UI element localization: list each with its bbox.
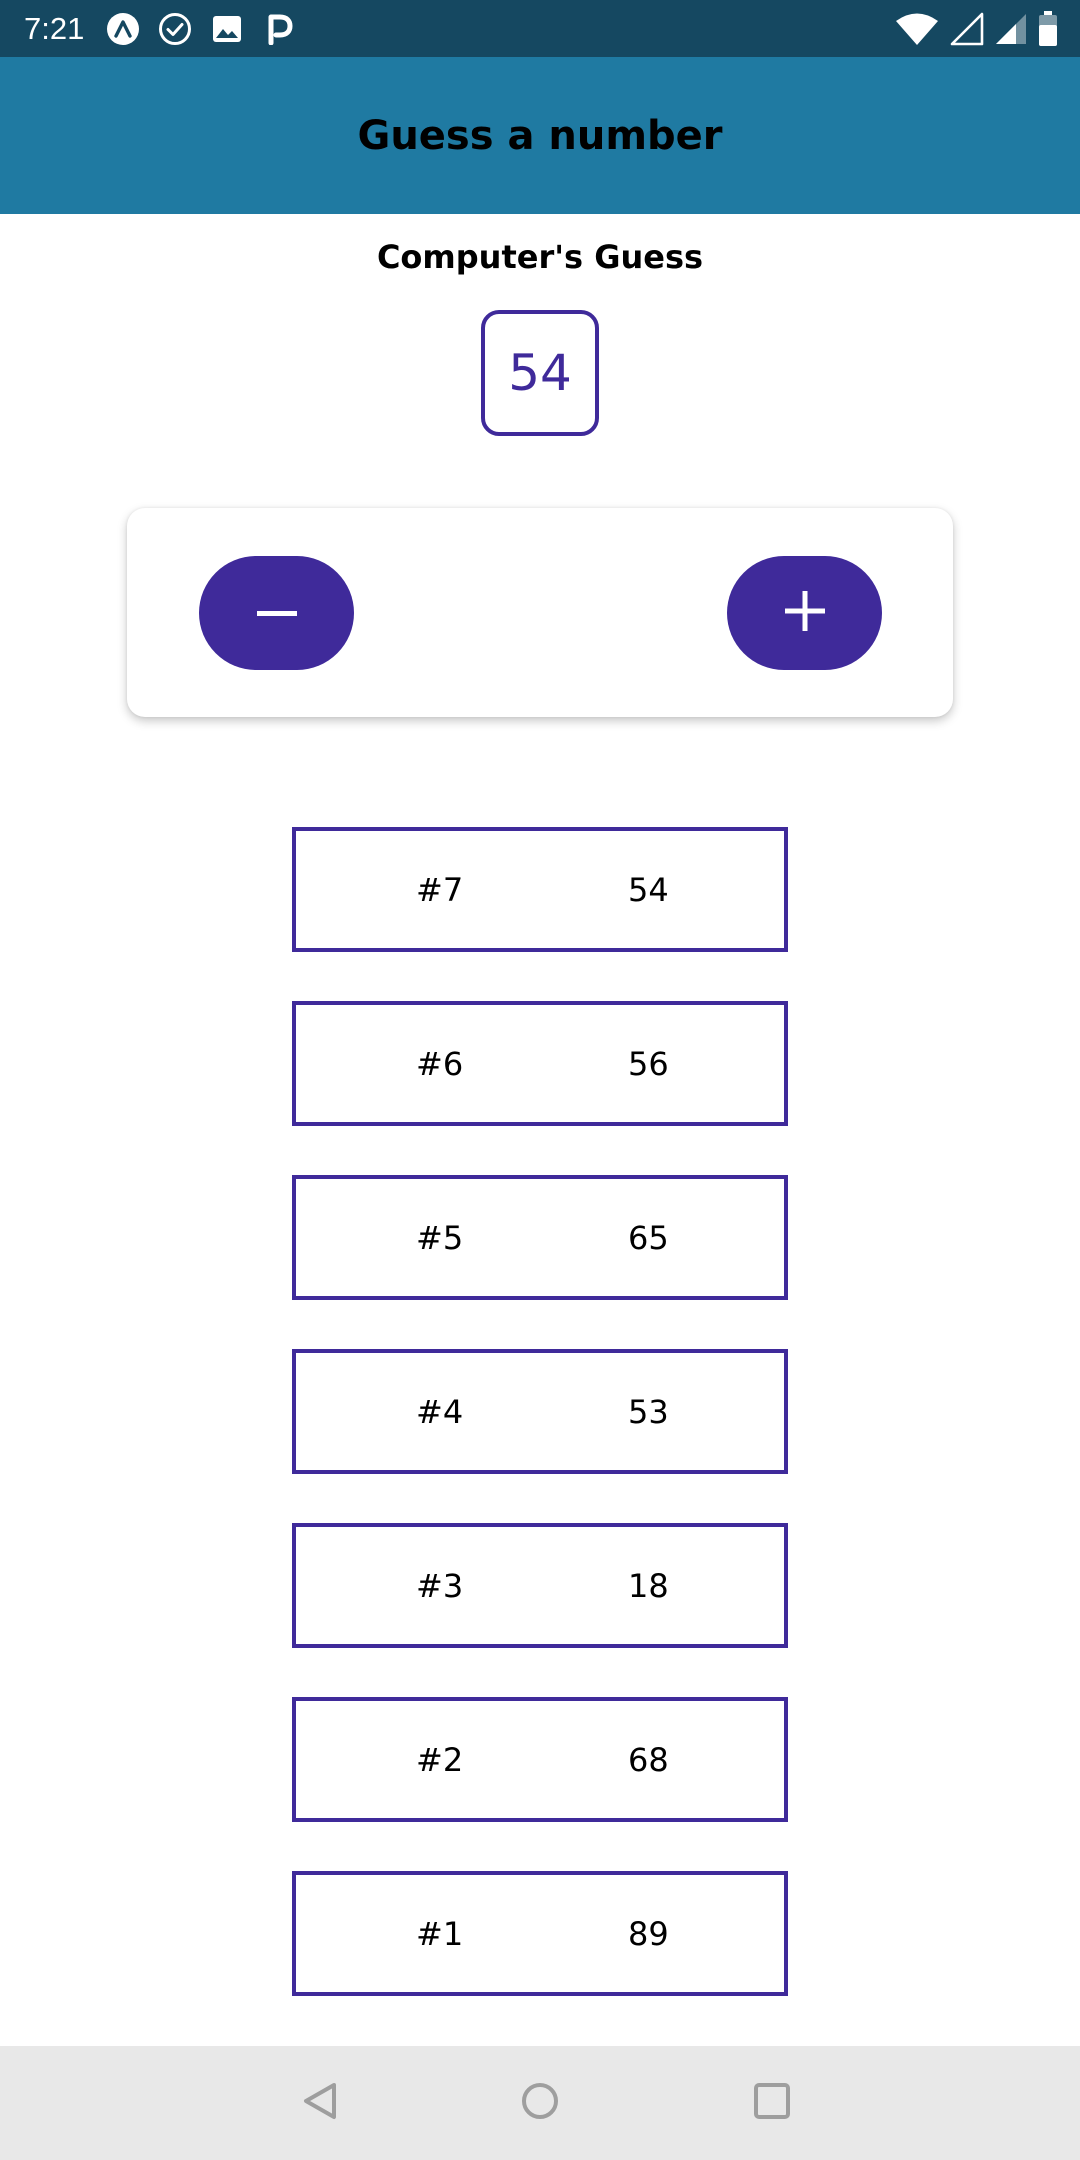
signal-icon <box>994 12 1028 46</box>
controls-card <box>127 508 953 717</box>
plus-icon <box>784 590 825 636</box>
list-item: #2 68 <box>292 1697 788 1822</box>
status-left: 7:21 <box>24 10 312 48</box>
home-button[interactable] <box>516 2079 564 2127</box>
list-item: #6 56 <box>292 1001 788 1126</box>
status-time: 7:21 <box>24 10 85 46</box>
signal-icon <box>950 12 984 46</box>
image-icon <box>208 10 246 48</box>
back-button[interactable] <box>296 2079 344 2127</box>
expo-icon <box>104 10 142 48</box>
back-icon <box>300 2081 340 2126</box>
nav-bar <box>0 2046 1080 2160</box>
battery-icon <box>1038 10 1058 47</box>
guess-round: #2 <box>416 1740 464 1779</box>
guess-value: 53 <box>628 1392 669 1431</box>
recents-button[interactable] <box>748 2079 796 2127</box>
status-bar: 7:21 <box>0 0 1080 57</box>
lower-button[interactable] <box>199 556 354 670</box>
guess-round: #6 <box>416 1044 464 1083</box>
guess-round: #7 <box>416 870 464 909</box>
guess-value: 65 <box>628 1218 669 1257</box>
guess-round: #4 <box>416 1392 464 1431</box>
guess-value: 68 <box>628 1740 669 1779</box>
guess-round: #1 <box>416 1914 464 1953</box>
guess-value: 89 <box>628 1914 669 1953</box>
page-title: Guess a number <box>357 112 723 159</box>
parking-icon <box>260 10 298 48</box>
minus-icon <box>256 604 297 622</box>
guess-value: 54 <box>628 870 669 909</box>
guess-round: #5 <box>416 1218 464 1257</box>
current-guess-display: 54 <box>481 310 599 436</box>
guess-round: #3 <box>416 1566 464 1605</box>
list-item: #5 65 <box>292 1175 788 1300</box>
higher-button[interactable] <box>727 556 882 670</box>
guess-value: 18 <box>628 1566 669 1605</box>
wifi-icon <box>894 12 940 46</box>
guess-list: #7 54 #6 56 #5 65 #4 53 #3 18 #2 68 #1 8… <box>292 827 788 2045</box>
home-icon <box>520 2081 560 2126</box>
list-item: #4 53 <box>292 1349 788 1474</box>
list-item: #1 89 <box>292 1871 788 1996</box>
recents-icon <box>752 2081 792 2126</box>
check-circle-icon <box>156 10 194 48</box>
status-right <box>884 10 1058 47</box>
guess-label: Computer's Guess <box>376 238 704 276</box>
app-header: Guess a number <box>0 57 1080 214</box>
list-item: #3 18 <box>292 1523 788 1648</box>
list-item: #7 54 <box>292 827 788 952</box>
guess-value: 56 <box>628 1044 669 1083</box>
